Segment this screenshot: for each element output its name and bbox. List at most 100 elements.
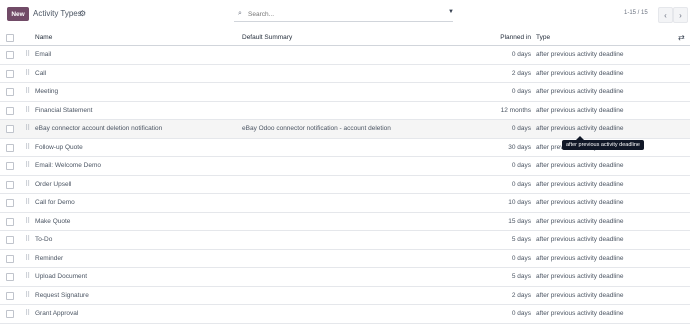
- row-checkbox[interactable]: [6, 162, 14, 170]
- drag-handle-icon[interactable]: ⠿: [25, 291, 30, 299]
- drag-handle-icon[interactable]: ⠿: [25, 198, 30, 206]
- row-checkbox[interactable]: [6, 125, 14, 133]
- table-row[interactable]: ⠿ Order Upsell 0 days after previous activi…: [0, 176, 690, 194]
- drag-handle-icon[interactable]: ⠿: [25, 50, 30, 58]
- table-row[interactable]: ⠿ Email: Welcome Demo 0 days after previous…: [0, 157, 690, 176]
- column-header-planned[interactable]: Planned in: [500, 34, 531, 41]
- cell-type: after previous activity deadline: [536, 217, 624, 225]
- row-checkbox[interactable]: [6, 310, 14, 318]
- cell-planned: 15 days: [508, 217, 531, 225]
- gear-icon[interactable]: ⚙: [79, 9, 86, 18]
- drag-handle-icon[interactable]: ⠿: [25, 143, 30, 151]
- drag-handle-icon[interactable]: ⠿: [25, 87, 30, 95]
- table-row[interactable]: ⠿ Call for Demo 10 days after previous acti…: [0, 194, 690, 213]
- cell-name: Call for Demo: [35, 199, 75, 206]
- cell-type: after previous activity deadline: [536, 125, 624, 132]
- row-checkbox[interactable]: [6, 143, 14, 152]
- tooltip: after previous activity deadline: [562, 136, 644, 150]
- cell-planned: 30 days: [508, 143, 531, 151]
- table-row[interactable]: ⠿ Request Signature 2 days after previous a…: [0, 287, 690, 305]
- column-header-type[interactable]: Type: [536, 34, 550, 41]
- row-checkbox[interactable]: [6, 254, 14, 263]
- drag-handle-icon[interactable]: ⠿: [25, 217, 30, 225]
- row-checkbox[interactable]: [6, 217, 14, 226]
- cell-name: Email: Welcome Demo: [35, 162, 101, 169]
- cell-type: after previous activity deadline: [536, 199, 624, 206]
- optional-columns-toggle-icon[interactable]: ⇄: [678, 33, 685, 42]
- cell-planned: 0 days: [511, 162, 531, 169]
- row-checkbox[interactable]: [6, 69, 14, 78]
- cell-type: after previous activity deadline: [536, 180, 624, 188]
- table-row[interactable]: ⠿ Reminder 0 days after previous activity d…: [0, 250, 690, 268]
- table-row[interactable]: ⠿ Make Quote 15 days after previous activit…: [0, 213, 690, 231]
- cell-name: Reminder: [35, 254, 64, 262]
- row-checkbox[interactable]: [6, 273, 14, 281]
- row-checkbox[interactable]: [6, 199, 14, 207]
- row-checkbox[interactable]: [6, 88, 14, 96]
- pager-previous-button[interactable]: ‹: [658, 7, 673, 23]
- row-checkbox[interactable]: [6, 180, 14, 189]
- drag-handle-icon[interactable]: ⠿: [25, 161, 30, 169]
- control-panel: New Activity Types ⚙ ⌕ ▼ 1-15 / 15 ‹ ›: [0, 0, 690, 30]
- row-checkbox[interactable]: [6, 106, 14, 115]
- column-header-summary[interactable]: Default Summary: [242, 34, 292, 41]
- search-icon: ⌕: [238, 10, 242, 17]
- cell-planned: 2 days: [511, 291, 531, 299]
- cell-name: Meeting: [35, 88, 59, 95]
- cell-type: after previous activity deadline: [536, 106, 624, 114]
- cell-name: Email: [35, 51, 52, 58]
- cell-name: Upload Document: [35, 273, 88, 280]
- table-row[interactable]: ⠿ Call 2 days after previous activity deadl…: [0, 65, 690, 83]
- drag-handle-icon[interactable]: ⠿: [25, 124, 30, 132]
- pager-next-button[interactable]: ›: [673, 7, 688, 23]
- cell-type: after previous activity deadline: [536, 254, 624, 262]
- table-row[interactable]: ⠿ Upload Document 5 days after previous act…: [0, 268, 690, 287]
- row-checkbox[interactable]: [6, 236, 14, 244]
- new-button[interactable]: New: [7, 7, 29, 21]
- drag-handle-icon[interactable]: ⠿: [25, 272, 30, 280]
- cell-planned: 10 days: [508, 199, 531, 206]
- drag-handle-icon[interactable]: ⠿: [25, 69, 30, 77]
- cell-planned: 0 days: [511, 51, 531, 58]
- drag-handle-icon[interactable]: ⠿: [25, 254, 30, 262]
- table-row[interactable]: ⠿ Email 0 days after previous activity dead…: [0, 46, 690, 65]
- cell-planned: 0 days: [511, 254, 531, 262]
- cell-planned: 5 days: [511, 236, 531, 243]
- drag-handle-icon[interactable]: ⠿: [25, 309, 30, 317]
- table-row[interactable]: ⠿ To-Do 5 days after previous activity dead…: [0, 231, 690, 250]
- column-header-name[interactable]: Name: [35, 34, 52, 41]
- table-header: Name Default Summary Planned in Type ⇄: [0, 31, 690, 46]
- drag-handle-icon[interactable]: ⠿: [25, 180, 30, 188]
- table-row[interactable]: ⠿ Meeting 0 days after previous activity de…: [0, 83, 690, 102]
- cell-name: Make Quote: [35, 217, 71, 225]
- cell-planned: 0 days: [511, 125, 531, 132]
- cell-planned: 0 days: [511, 88, 531, 95]
- cell-planned: 0 days: [511, 180, 531, 188]
- search-options-toggle-icon[interactable]: ▼: [448, 9, 454, 15]
- table-row[interactable]: ⠿ Grant Approval 0 days after previous acti…: [0, 305, 690, 324]
- cell-type: after previous activity deadline: [536, 51, 624, 58]
- cell-type: after previous activity deadline: [536, 69, 624, 77]
- pager-value[interactable]: 1-15 / 15: [624, 10, 648, 16]
- row-checkbox[interactable]: [6, 51, 14, 59]
- cell-type: after previous activity deadline: [536, 236, 624, 243]
- cell-name: Follow-up Quote: [35, 143, 83, 151]
- cell-type: after previous activity deadline: [536, 273, 624, 280]
- cell-name: Order Upsell: [35, 180, 72, 188]
- drag-handle-icon[interactable]: ⠿: [25, 235, 30, 243]
- search-bar: ⌕ ▼: [234, 7, 454, 22]
- table-row[interactable]: ⠿ Financial Statement 12 months after previ…: [0, 102, 690, 120]
- activity-types-table: Name Default Summary Planned in Type ⇄ ⠿…: [0, 31, 690, 324]
- cell-name: To-Do: [35, 236, 53, 243]
- select-all-checkbox[interactable]: [6, 34, 14, 42]
- search-input[interactable]: [246, 9, 438, 19]
- table-row[interactable]: ⠿ eBay connector account deletion notific…: [0, 120, 690, 139]
- cell-type: after previous activity deadline: [536, 88, 624, 95]
- cell-summary: eBay Odoo connector notification - accou…: [242, 125, 391, 132]
- row-checkbox[interactable]: [6, 291, 14, 300]
- drag-handle-icon[interactable]: ⠿: [25, 106, 30, 114]
- cell-type: after previous activity deadline: [536, 291, 624, 299]
- breadcrumb-title: Activity Types: [33, 9, 82, 18]
- cell-planned: 2 days: [511, 69, 531, 77]
- cell-name: Financial Statement: [35, 106, 93, 114]
